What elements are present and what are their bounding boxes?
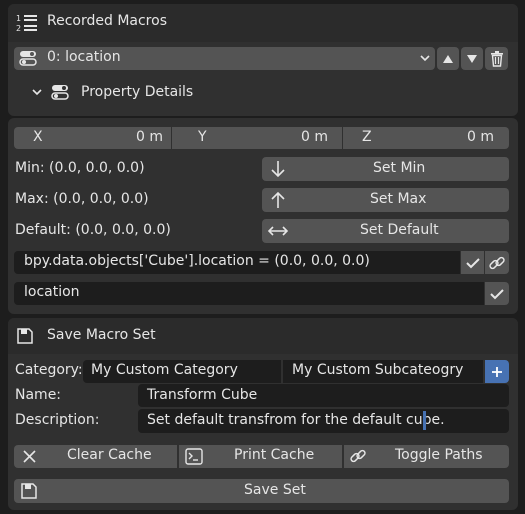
move-up-button[interactable] — [437, 47, 459, 70]
print-cache-label: Print Cache — [234, 447, 315, 463]
confirm-expression-button[interactable] — [461, 251, 484, 274]
plus-icon — [492, 366, 502, 377]
toggle-icon — [51, 84, 69, 100]
triangle-down-icon — [467, 54, 477, 63]
macro-name-value: location — [24, 284, 80, 300]
chevron-down-icon[interactable] — [31, 87, 43, 97]
confirm-name-button[interactable] — [485, 282, 509, 305]
set-max-label: Set Max — [370, 191, 427, 207]
add-category-button[interactable] — [485, 360, 509, 383]
save-set-label: Save Set — [244, 482, 306, 498]
console-icon — [185, 448, 203, 465]
macro-name-field[interactable] — [14, 282, 484, 305]
set-min-label: Set Min — [373, 160, 426, 176]
trash-icon — [490, 50, 503, 67]
toggle-icon — [19, 50, 37, 66]
min-label: Min: (0.0, 0.0, 0.0) — [15, 160, 145, 176]
macro-dropdown-value: 0: location — [47, 49, 121, 65]
vector-y-label: Y — [198, 129, 207, 145]
category-value: My Custom Category — [91, 362, 238, 378]
text-cursor — [423, 411, 426, 430]
floppy-disk-icon — [16, 327, 34, 345]
property-details-label[interactable]: Property Details — [81, 84, 193, 100]
description-value: Set default transfrom for the default cu… — [147, 412, 445, 428]
name-label: Name: — [15, 387, 62, 403]
floppy-disk-icon — [20, 482, 38, 500]
vector-z-label: Z — [362, 129, 372, 145]
move-down-button[interactable] — [461, 47, 483, 70]
close-icon — [23, 450, 36, 463]
set-name-value: Transform Cube — [147, 387, 258, 403]
recorded-macros-title: Recorded Macros — [47, 13, 167, 29]
expression-value: bpy.data.objects['Cube'].location = (0.0… — [24, 253, 370, 269]
arrow-left-right-icon — [267, 225, 289, 237]
link-icon — [489, 256, 505, 269]
category-label: Category: — [15, 362, 83, 378]
toggle-paths-label: Toggle Paths — [395, 447, 483, 463]
link-button[interactable] — [485, 251, 509, 274]
checkmark-icon — [465, 257, 480, 268]
vector-z-value: 0 m — [467, 129, 494, 145]
chevron-down-icon — [419, 53, 431, 63]
set-default-label: Set Default — [360, 222, 439, 238]
vector-x-label: X — [33, 129, 43, 145]
numbered-list-icon: 1 2 — [16, 13, 38, 33]
svg-text:2: 2 — [16, 24, 21, 33]
description-label: Description: — [15, 412, 100, 428]
arrow-down-icon — [270, 160, 286, 178]
save-macro-title: Save Macro Set — [47, 327, 156, 343]
svg-text:1: 1 — [16, 14, 21, 23]
arrow-up-icon — [270, 191, 286, 209]
default-label: Default: (0.0, 0.0, 0.0) — [15, 222, 171, 238]
max-label: Max: (0.0, 0.0, 0.0) — [15, 191, 149, 207]
vector-y-value: 0 m — [301, 129, 328, 145]
clear-cache-label: Clear Cache — [67, 447, 152, 463]
checkmark-icon — [490, 288, 504, 299]
triangle-up-icon — [443, 54, 453, 63]
link-icon — [349, 447, 367, 465]
delete-button[interactable] — [485, 47, 508, 70]
vector-x-value: 0 m — [136, 129, 163, 145]
subcategory-value: My Custom Subcateogry — [292, 362, 464, 378]
